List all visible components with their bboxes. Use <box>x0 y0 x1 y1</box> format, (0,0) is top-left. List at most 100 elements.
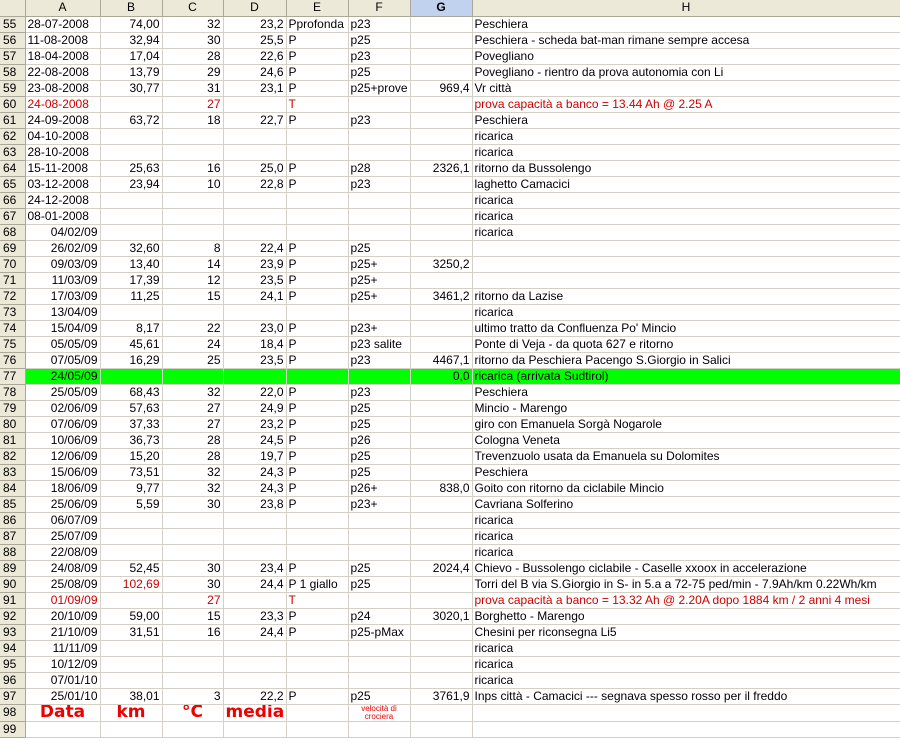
cell-c[interactable]: 22 <box>162 320 224 337</box>
cell-b[interactable] <box>100 224 163 241</box>
row-header[interactable]: 89 <box>0 560 26 577</box>
cell-b[interactable] <box>100 512 163 529</box>
cell-g[interactable] <box>410 400 473 417</box>
row-header[interactable]: 79 <box>0 400 26 417</box>
legend-cell-b[interactable]: km <box>100 704 163 722</box>
cell-b[interactable]: 8,17 <box>100 320 163 337</box>
cell-b[interactable]: 5,59 <box>100 496 163 513</box>
cell-c[interactable]: 3 <box>162 688 224 705</box>
cell-e[interactable] <box>286 224 349 241</box>
cell-h[interactable]: ricarica <box>472 512 900 529</box>
cell-b[interactable]: 31,51 <box>100 624 163 641</box>
cell-e[interactable]: P <box>286 256 349 273</box>
cell-b[interactable] <box>100 304 163 321</box>
cell-d[interactable]: 24,9 <box>223 400 287 417</box>
cell-c[interactable] <box>162 304 224 321</box>
cell-b[interactable]: 45,61 <box>100 336 163 353</box>
cell-g[interactable] <box>410 512 473 529</box>
cell-f[interactable]: p25 <box>348 464 411 481</box>
cell-h[interactable]: ritorno da Bussolengo <box>472 160 900 177</box>
cell-e[interactable]: P <box>286 496 349 513</box>
cell-h[interactable]: ricarica <box>472 224 900 241</box>
row-header[interactable]: 65 <box>0 176 26 193</box>
cell-d[interactable] <box>223 224 287 241</box>
cell-c[interactable]: 18 <box>162 112 224 129</box>
row-header[interactable]: 80 <box>0 416 26 433</box>
cell-d[interactable] <box>223 192 287 209</box>
cell-b[interactable] <box>100 128 163 145</box>
cell-b[interactable]: 38,01 <box>100 688 163 705</box>
cell-h[interactable]: Mincio - Marengo <box>472 400 900 417</box>
cell-b[interactable]: 11,25 <box>100 288 163 305</box>
cell-b[interactable]: 32,60 <box>100 240 163 257</box>
cell-h[interactable]: ricarica (arrivata Sudtirol) <box>472 368 900 385</box>
cell-d[interactable]: 23,5 <box>223 352 287 369</box>
cell-c[interactable]: 30 <box>162 32 224 49</box>
cell-f[interactable]: p23 <box>348 352 411 369</box>
cell-d[interactable]: 18,4 <box>223 336 287 353</box>
cell-h[interactable]: Peschiera <box>472 16 900 33</box>
cell-b[interactable]: 23,94 <box>100 176 163 193</box>
cell-c[interactable]: 29 <box>162 64 224 81</box>
cell-c[interactable]: 16 <box>162 160 224 177</box>
cell-c[interactable]: 32 <box>162 384 224 401</box>
cell-b[interactable]: 17,04 <box>100 48 163 65</box>
cell-a[interactable]: 18/06/09 <box>25 480 101 497</box>
cell-c[interactable]: 32 <box>162 464 224 481</box>
cell-g[interactable]: 2024,4 <box>410 560 473 577</box>
cell-g[interactable] <box>410 272 473 289</box>
legend-cell-f[interactable]: velocità di crociera <box>348 704 411 722</box>
column-header-b[interactable]: B <box>100 0 163 17</box>
cell-f[interactable]: p23+ <box>348 320 411 337</box>
cell-a[interactable]: 03-12-2008 <box>25 176 101 193</box>
cell-e[interactable]: P <box>286 320 349 337</box>
cell-d[interactable]: 23,3 <box>223 608 287 625</box>
cell-h[interactable] <box>472 272 900 289</box>
cell-a[interactable]: 07/01/10 <box>25 672 101 689</box>
cell-e[interactable]: T <box>286 96 349 113</box>
cell-c[interactable]: 30 <box>162 496 224 513</box>
cell-h[interactable]: ricarica <box>472 544 900 561</box>
row-header[interactable]: 68 <box>0 224 26 241</box>
cell-g[interactable] <box>410 144 473 161</box>
cell-b[interactable] <box>100 208 163 225</box>
cell-a[interactable]: 22/08/09 <box>25 544 101 561</box>
cell-f[interactable]: p25 <box>348 688 411 705</box>
cell-g[interactable] <box>410 721 473 738</box>
row-header[interactable]: 74 <box>0 320 26 337</box>
cell-a[interactable]: 21/10/09 <box>25 624 101 641</box>
cell-a[interactable]: 08-01-2008 <box>25 208 101 225</box>
row-header[interactable]: 96 <box>0 672 26 689</box>
cell-e[interactable]: P <box>286 352 349 369</box>
column-header-h[interactable]: H <box>472 0 900 17</box>
cell-c[interactable] <box>162 128 224 145</box>
cell-e[interactable]: P <box>286 688 349 705</box>
cell-b[interactable] <box>100 368 163 385</box>
cell-b[interactable] <box>100 592 163 609</box>
cell-e[interactable]: P <box>286 112 349 129</box>
cell-d[interactable]: 24,3 <box>223 480 287 497</box>
row-header[interactable]: 85 <box>0 496 26 513</box>
cell-a[interactable]: 24-08-2008 <box>25 96 101 113</box>
cell-h[interactable]: Chievo - Bussolengo ciclabile - Caselle … <box>472 560 900 577</box>
cell-h[interactable]: Peschiera <box>472 384 900 401</box>
cell-e[interactable] <box>286 192 349 209</box>
cell-g[interactable] <box>410 672 473 689</box>
row-header[interactable]: 99 <box>0 721 26 738</box>
cell-h[interactable]: ricarica <box>472 128 900 145</box>
cell-f[interactable]: p26 <box>348 432 411 449</box>
row-header[interactable]: 77 <box>0 368 26 385</box>
cell-g[interactable] <box>410 464 473 481</box>
cell-a[interactable]: 26/02/09 <box>25 240 101 257</box>
row-header[interactable]: 81 <box>0 432 26 449</box>
cell-e[interactable]: P <box>286 176 349 193</box>
cell-c[interactable]: 31 <box>162 80 224 97</box>
cell-d[interactable]: 19,7 <box>223 448 287 465</box>
cell-d[interactable] <box>223 144 287 161</box>
cell-a[interactable]: 25/08/09 <box>25 576 101 593</box>
column-header-a[interactable]: A <box>25 0 101 17</box>
cell-f[interactable] <box>348 208 411 225</box>
cell-e[interactable]: P <box>286 80 349 97</box>
cell-h[interactable]: Peschiera <box>472 112 900 129</box>
cell-f[interactable]: p26+ <box>348 480 411 497</box>
